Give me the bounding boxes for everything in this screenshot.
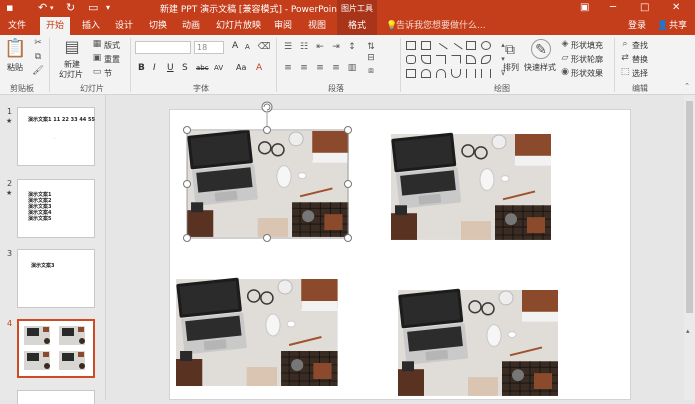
picture-4[interactable] xyxy=(397,287,559,397)
picture-2[interactable] xyxy=(390,131,552,241)
vertical-scrollbar[interactable]: ▴ xyxy=(684,95,695,400)
rotate-handle[interactable] xyxy=(261,101,273,113)
slide-content-layer xyxy=(174,101,559,397)
scroll-up-icon[interactable]: ▴ xyxy=(686,327,690,335)
picture-3[interactable] xyxy=(174,276,339,388)
picture-1[interactable] xyxy=(185,128,350,238)
scrollbar-thumb[interactable] xyxy=(686,101,693,313)
